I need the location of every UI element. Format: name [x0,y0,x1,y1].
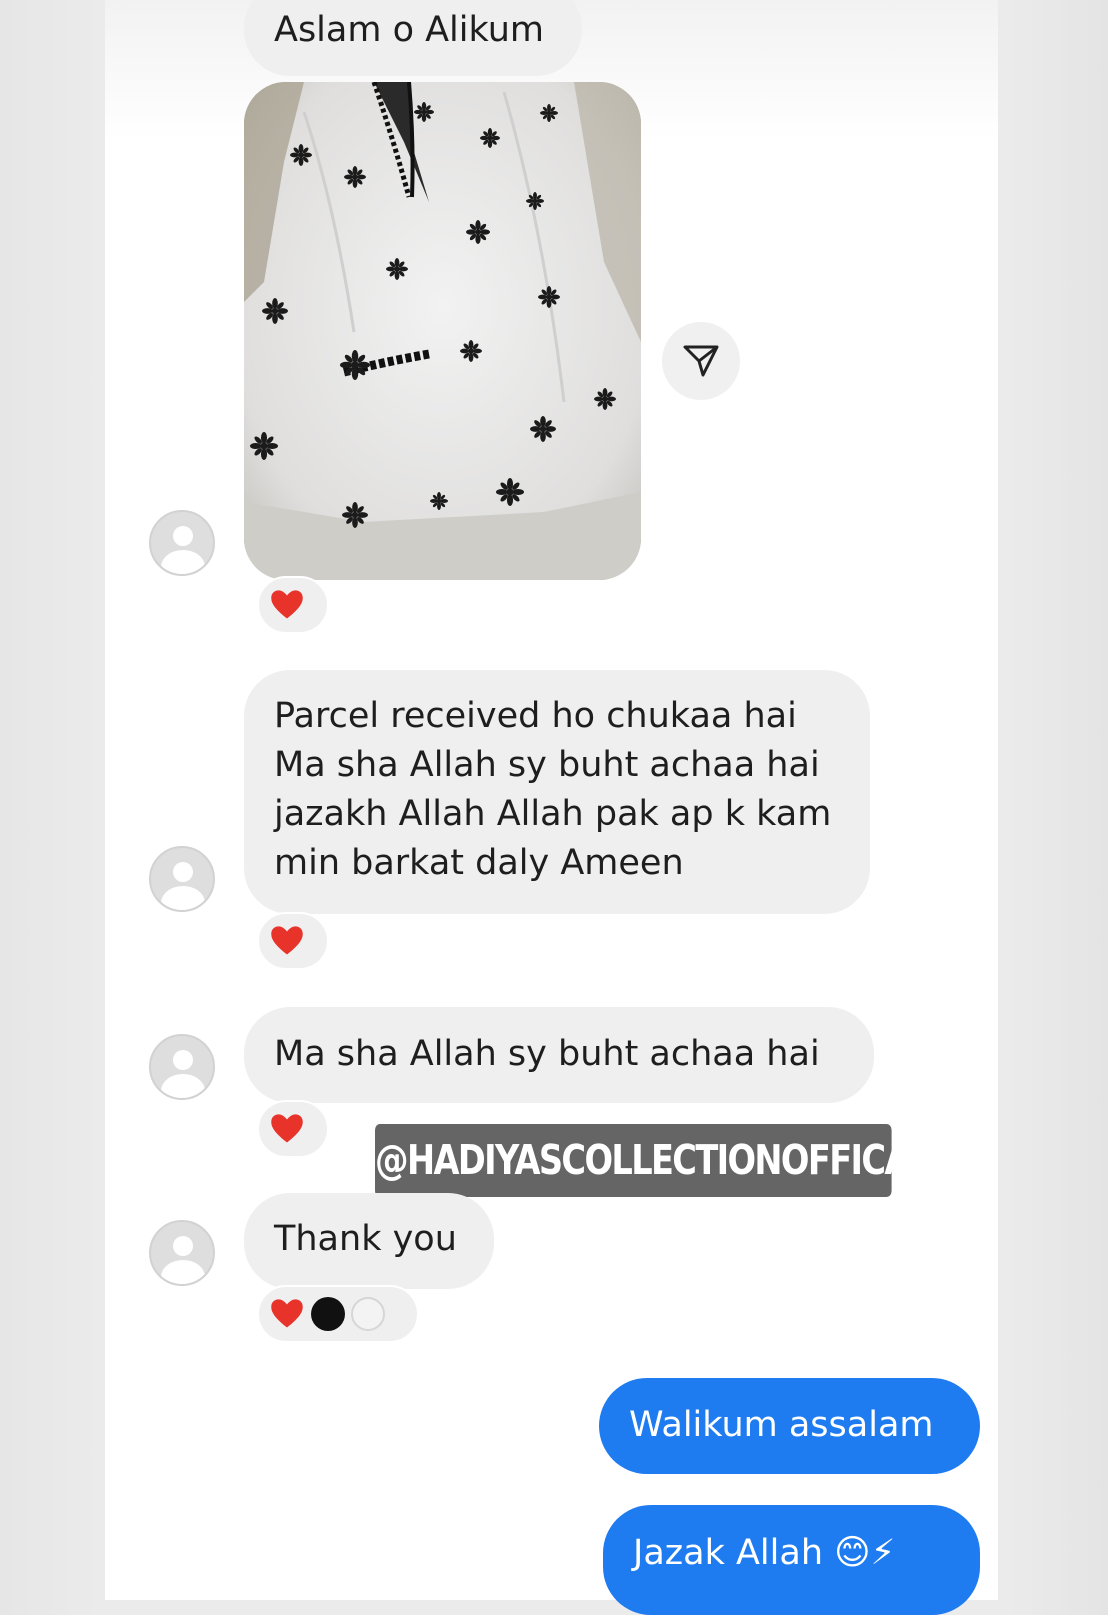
photo-attachment[interactable] [244,82,641,580]
outgoing-message-2[interactable]: Jazak Allah 😊⚡ [603,1505,980,1615]
message-text: Ma sha Allah sy buht achaa hai [274,1034,820,1074]
incoming-message-1[interactable]: Aslam o Alikum [244,0,582,76]
message-text: Thank you [274,1219,457,1259]
incoming-message-2[interactable]: Parcel received ho chukaa hai Ma sha All… [244,670,870,914]
incoming-message-3[interactable]: Ma sha Allah sy buht achaa hai [244,1007,874,1103]
paper-plane-icon [683,345,719,377]
reactor-avatar [351,1297,385,1331]
handle-text: @HADIYASCOLLECTIONOFFICAL [375,1136,930,1184]
reaction-badge[interactable] [257,576,329,634]
heart-icon [271,926,303,955]
avatar[interactable] [149,1220,215,1286]
heart-icon [271,590,303,619]
message-text: Parcel received ho chukaa hai Ma sha All… [274,696,832,883]
avatar[interactable] [149,846,215,912]
heart-icon [271,1299,303,1328]
clothing-photo [244,82,641,580]
reaction-badge[interactable] [257,1285,419,1343]
reactor-avatar [311,1297,345,1331]
incoming-message-4[interactable]: Thank you [244,1193,494,1289]
avatar[interactable] [149,510,215,576]
instagram-handle-sticker: @HADIYASCOLLECTIONOFFICAL [375,1124,930,1197]
message-text: Aslam o Alikum [274,10,544,50]
message-text: Walikum assalam [629,1405,934,1445]
avatar[interactable] [149,1034,215,1100]
share-button[interactable] [662,322,740,400]
outgoing-message-1[interactable]: Walikum assalam [599,1378,980,1474]
reaction-badge[interactable] [257,912,329,970]
heart-icon [271,1114,303,1143]
reaction-badge[interactable] [257,1100,329,1158]
message-text: Jazak Allah 😊⚡ [633,1533,896,1573]
